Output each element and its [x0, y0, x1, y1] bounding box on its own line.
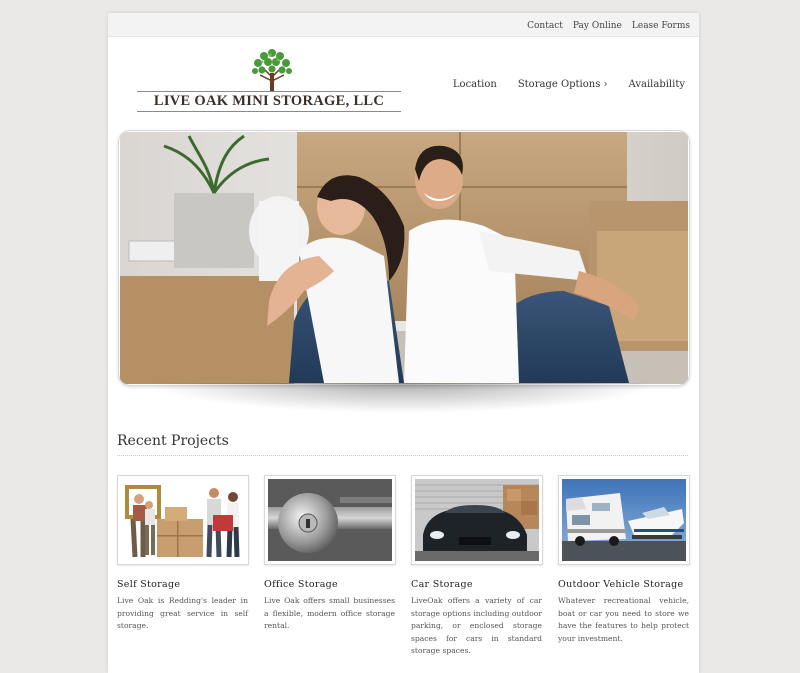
lease-forms-link[interactable]: Lease Forms	[632, 21, 690, 31]
hero-image	[119, 131, 689, 385]
project-description: Live Oak offers small businesses a flexi…	[264, 596, 395, 630]
project-description: Whatever recreational vehicle, boat or c…	[558, 596, 689, 643]
car-in-garage-image	[415, 479, 539, 561]
project-card-car-storage: Car Storage LiveOak offers a variety of …	[411, 475, 543, 658]
rv-and-boat-image	[562, 479, 686, 561]
top-bar: Contact Pay Online Lease Forms	[108, 13, 699, 37]
oak-tree-icon	[252, 49, 292, 91]
contact-link[interactable]: Contact	[527, 21, 563, 31]
submenu-arrow-icon: ›	[603, 79, 608, 90]
padlock-image	[268, 479, 392, 561]
project-card-office-storage: Office Storage Live Oak offers small bus…	[264, 475, 396, 633]
project-card-outdoor-vehicle-storage: Outdoor Vehicle Storage Whatever recreat…	[558, 475, 690, 645]
pay-online-link[interactable]: Pay Online	[573, 21, 622, 31]
top-links: Contact Pay Online Lease Forms	[527, 21, 690, 31]
project-thumbnail[interactable]	[411, 475, 543, 565]
section-divider	[117, 455, 688, 456]
logo-rule	[137, 91, 401, 92]
logo-rule	[137, 111, 401, 112]
project-description: LiveOak offers a variety of car storage …	[411, 596, 542, 655]
project-title[interactable]: Outdoor Vehicle Storage	[558, 579, 689, 590]
project-thumbnail[interactable]	[264, 475, 396, 565]
hero-shadow	[148, 383, 659, 413]
project-title[interactable]: Car Storage	[411, 579, 542, 590]
project-title[interactable]: Office Storage	[264, 579, 395, 590]
page-container: Contact Pay Online Lease Forms LIVE OAK …	[108, 13, 699, 673]
hero-banner	[118, 130, 690, 386]
moving-boxes-image	[121, 479, 245, 561]
project-title[interactable]: Self Storage	[117, 579, 248, 590]
logo-text: LIVE OAK MINI STORAGE, LLC	[153, 93, 385, 109]
nav-storage-options[interactable]: Storage Options ›	[518, 79, 608, 90]
nav-availability[interactable]: Availability	[629, 79, 685, 90]
project-card-self-storage: Self Storage Live Oak is Redding's leade…	[117, 475, 249, 633]
project-thumbnail[interactable]	[117, 475, 249, 565]
project-description: Live Oak is Redding's leader in providin…	[117, 596, 248, 630]
project-thumbnail[interactable]	[558, 475, 690, 565]
site-logo[interactable]: LIVE OAK MINI STORAGE, LLC	[137, 47, 402, 113]
section-title: Recent Projects	[117, 433, 229, 449]
nav-location[interactable]: Location	[453, 79, 497, 90]
nav-storage-options-label: Storage Options	[517, 79, 601, 90]
main-nav: Location Storage Options › Availability	[453, 79, 685, 90]
